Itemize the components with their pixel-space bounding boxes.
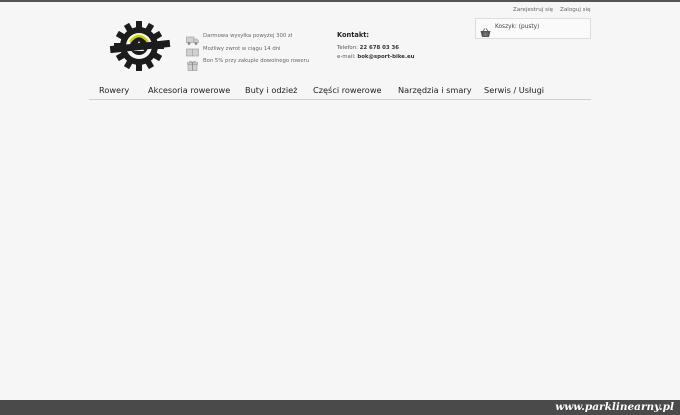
benefit-text: Darmowa wysyłka powyżej 300 zł bbox=[203, 33, 293, 39]
benefit-voucher: Bon 5% przy zakupie dowolnego roweru bbox=[186, 55, 310, 71]
login-link[interactable]: Zaloguj się bbox=[560, 7, 591, 13]
return-box-icon bbox=[186, 43, 199, 57]
watermark-text: www.parklinearny.pl bbox=[555, 401, 674, 413]
register-link[interactable]: Zarejestruj się bbox=[513, 7, 553, 13]
nav-item-rowery[interactable]: Rowery bbox=[99, 85, 129, 95]
gift-icon bbox=[186, 56, 199, 71]
nav-item-buty-odziez[interactable]: Buty i odzież bbox=[245, 85, 297, 95]
phone-number: 22 678 03 36 bbox=[359, 45, 400, 51]
truck-icon bbox=[186, 31, 199, 45]
cart-label: Koszyk: (pusty) bbox=[495, 24, 540, 30]
contact-box: Kontakt: Telefon: 22 678 03 36 e-mail: b… bbox=[337, 31, 415, 62]
email-link[interactable]: bok@sport-bike.eu bbox=[357, 54, 414, 60]
email-label: e-mail: bbox=[337, 53, 356, 60]
contact-email-line: e-mail: bok@sport-bike.eu bbox=[337, 54, 415, 60]
contact-phone-line: Telefon: 22 678 03 36 bbox=[337, 45, 415, 51]
nav-item-akcesoria[interactable]: Akcesoria rowerowe bbox=[148, 85, 230, 95]
benefit-free-shipping: Darmowa wysyłka powyżej 300 zł bbox=[186, 30, 309, 45]
cart-widget[interactable]: Koszyk: (pusty) bbox=[475, 18, 591, 39]
main-nav: Rowery Akcesoria rowerowe Buty i odzież … bbox=[89, 82, 591, 100]
footer-bar: www.parklinearny.pl bbox=[0, 400, 680, 415]
shop-benefits: Darmowa wysyłka powyżej 300 zł Możliwy z… bbox=[186, 30, 310, 71]
benefit-text: Możliwy zwrot w ciągu 14 dni bbox=[203, 45, 281, 52]
nav-item-narzedzia[interactable]: Narzędzia i smary bbox=[398, 85, 472, 95]
benefit-text: Bon 5% przy zakupie dowolnego roweru bbox=[203, 58, 310, 64]
nav-item-serwis[interactable]: Serwis / Usługi bbox=[484, 85, 544, 95]
contact-title: Kontakt: bbox=[337, 31, 369, 39]
gear-logo-icon bbox=[109, 21, 171, 71]
benefit-returns: Możliwy zwrot w ciągu 14 dni bbox=[186, 43, 309, 57]
nav-item-czesci[interactable]: Części rowerowe bbox=[313, 85, 382, 95]
site-logo[interactable] bbox=[108, 20, 174, 72]
phone-label: Telefon: bbox=[337, 45, 358, 51]
basket-icon bbox=[480, 23, 491, 37]
